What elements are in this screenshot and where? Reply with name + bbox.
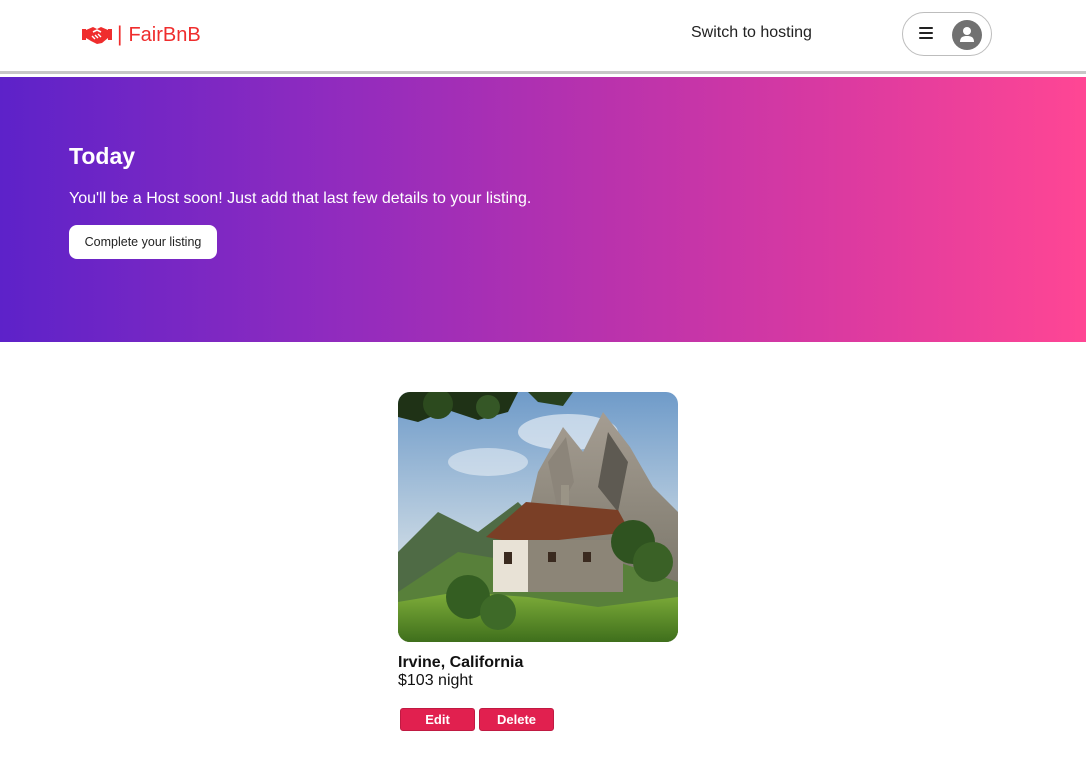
listing-price: $103 night xyxy=(398,672,473,689)
brand-name: FairBnB xyxy=(128,23,201,46)
delete-button[interactable]: Delete xyxy=(479,708,554,731)
listing-card: Irvine, California $103 night Edit Delet… xyxy=(398,392,678,731)
hamburger-menu-icon xyxy=(919,27,933,41)
listing-photo[interactable] xyxy=(398,392,678,642)
listing-actions: Edit Delete xyxy=(400,708,678,731)
complete-listing-button[interactable]: Complete your listing xyxy=(69,225,217,259)
handshake-icon xyxy=(82,27,112,44)
edit-button[interactable]: Edit xyxy=(400,708,475,731)
page-title: Today xyxy=(69,143,136,169)
listing-location: Irvine, California xyxy=(398,654,524,671)
top-navbar: | FairBnB Switch to hosting xyxy=(0,0,1086,74)
today-banner: Today You'll be a Host soon! Just add th… xyxy=(0,77,1086,342)
banner-message: You'll be a Host soon! Just add that las… xyxy=(69,190,532,207)
profile-menu-button[interactable] xyxy=(902,12,992,56)
user-avatar-icon xyxy=(952,20,982,50)
brand-logo[interactable]: | FairBnB xyxy=(82,22,201,48)
switch-to-hosting-link[interactable]: Switch to hosting xyxy=(691,24,812,42)
brand-separator: | xyxy=(117,23,123,46)
